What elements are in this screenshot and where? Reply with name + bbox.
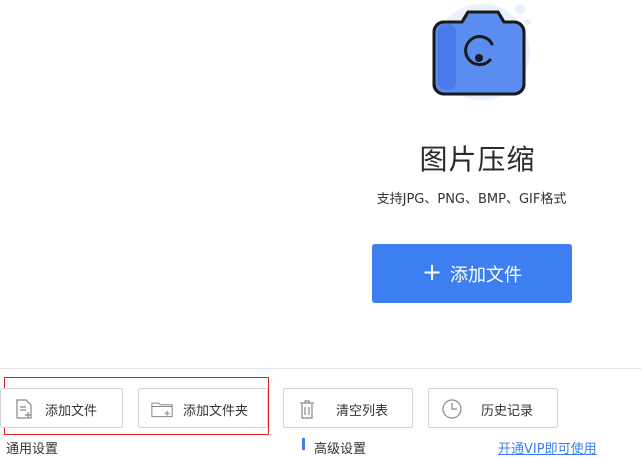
clear-list-button[interactable]: 清空列表 (283, 388, 413, 428)
trash-icon (300, 400, 314, 419)
add-folder-label: 添加文件夹 (183, 404, 249, 419)
section-marker (302, 438, 305, 450)
clock-icon (442, 399, 462, 419)
page-title: 图片压缩 (419, 143, 536, 176)
camera-icon (432, 4, 531, 100)
history-label: 历史记录 (481, 404, 534, 419)
supported-formats-text: 支持JPG、PNG、BMP、GIF格式 (376, 192, 567, 207)
add-folder-button[interactable]: 添加文件夹 (138, 388, 268, 428)
clear-list-label: 清空列表 (336, 404, 389, 419)
general-settings-heading: 通用设置 (6, 442, 59, 457)
plus-icon: + (421, 258, 443, 286)
add-file-primary-label: 添加文件 (450, 264, 523, 286)
folder-add-icon (151, 402, 173, 418)
divider (0, 368, 641, 369)
add-file-primary-button[interactable]: + 添加文件 (372, 244, 572, 303)
vip-link[interactable]: 开通VIP即可使用 (498, 438, 597, 457)
advanced-settings-heading: 高级设置 (314, 442, 367, 457)
file-add-icon (16, 399, 32, 419)
history-button[interactable]: 历史记录 (428, 388, 558, 428)
add-file-button[interactable]: 添加文件 (0, 388, 123, 428)
add-file-label: 添加文件 (45, 404, 98, 419)
